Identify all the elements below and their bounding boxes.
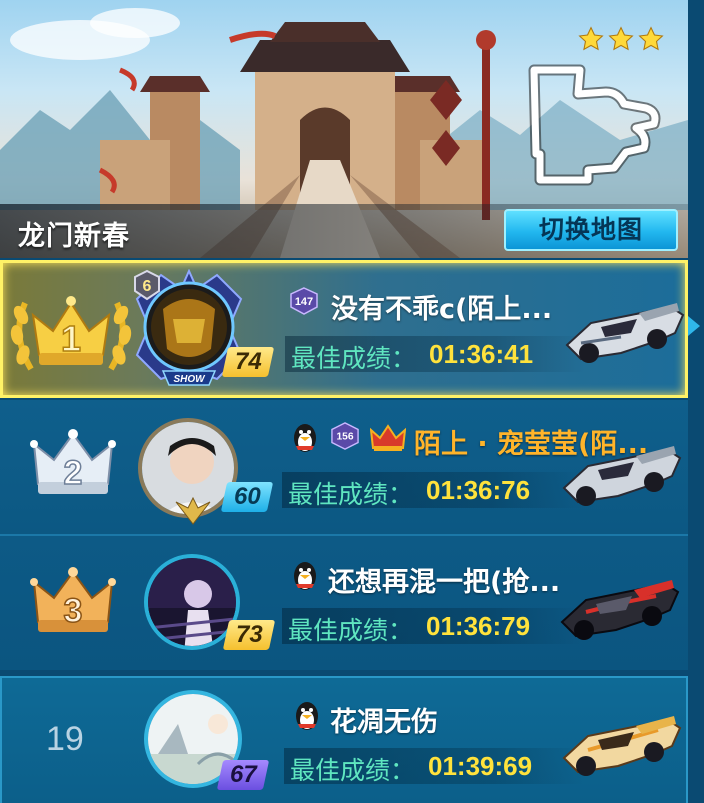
vip-level-badge-icon: 147 <box>290 287 318 315</box>
best-time-label: 最佳成绩： <box>288 616 414 645</box>
player-name: 没有不乖c(陌上... <box>331 294 553 325</box>
best-time-value: 01:36:41 <box>429 339 534 369</box>
best-time-value: 01:36:76 <box>426 475 531 505</box>
selected-row-arrow-icon <box>688 316 700 336</box>
svg-text:147: 147 <box>295 296 313 308</box>
gold-crown-laurel-icon: 1 <box>10 296 132 371</box>
kart-car-icon <box>565 303 685 363</box>
best-time-label: 最佳成绩： <box>288 480 414 509</box>
svg-text:1: 1 <box>61 318 81 359</box>
player-name: 花凋无伤 <box>330 707 438 738</box>
svg-text:156: 156 <box>336 432 353 443</box>
svg-text:2: 2 <box>64 454 83 492</box>
avatar-wing-ornament-icon <box>175 496 211 525</box>
kart-car-icon <box>560 580 680 640</box>
bronze-crown-icon: 3 <box>30 567 116 632</box>
track-map-icon <box>528 64 661 186</box>
player-name: 还想再混一把(抢... <box>328 567 561 598</box>
qq-penguin-icon <box>296 702 318 730</box>
star-icon <box>638 26 664 51</box>
best-time-value: 01:36:79 <box>426 611 531 641</box>
kart-car-icon <box>562 716 682 776</box>
best-time-value: 01:39:69 <box>428 751 533 781</box>
difficulty-stars <box>578 26 664 52</box>
star-icon <box>578 26 604 51</box>
switch-map-button[interactable]: 切换地图 <box>504 209 678 251</box>
star-icon <box>608 26 634 51</box>
leaderboard-row-1[interactable]: 1 6 SHOW 74 147 没有不乖c(陌上... 最佳成绩： 01:36:… <box>0 260 688 398</box>
svg-text:SHOW: SHOW <box>173 374 206 385</box>
player-level-badge: 67 <box>216 760 270 790</box>
player-level-badge: 60 <box>220 482 274 512</box>
leaderboard-row-3[interactable]: 3 73 还想再混一把(抢... 最佳成绩： 01:36:79 <box>0 536 688 670</box>
leaderboard-row-self[interactable]: 19 67 花凋无伤 最佳成绩： 01:39:69 <box>0 676 688 803</box>
svg-text:6: 6 <box>143 278 152 295</box>
qq-penguin-icon <box>294 562 316 590</box>
leaderboard-row-2[interactable]: 2 60 156 陌上 · 宠莹莹(陌... 最佳成绩： 01:36:76 <box>0 400 688 534</box>
map-title: 龙门新春 <box>18 221 130 252</box>
best-time-label: 最佳成绩： <box>291 344 417 373</box>
map-banner: 龙门新春 切换地图 <box>0 0 688 258</box>
player-level-badge: 73 <box>222 620 276 650</box>
svg-text:3: 3 <box>64 592 83 630</box>
silver-crown-icon: 2 <box>30 429 116 494</box>
crown-vip-icon <box>370 424 406 451</box>
rank-number: 19 <box>46 720 84 758</box>
vip-level-badge-icon: 156 <box>331 422 359 450</box>
kart-car-icon <box>562 446 682 506</box>
best-time-label: 最佳成绩： <box>290 756 416 785</box>
player-level-badge: 74 <box>221 347 275 377</box>
qq-penguin-icon <box>294 424 316 452</box>
